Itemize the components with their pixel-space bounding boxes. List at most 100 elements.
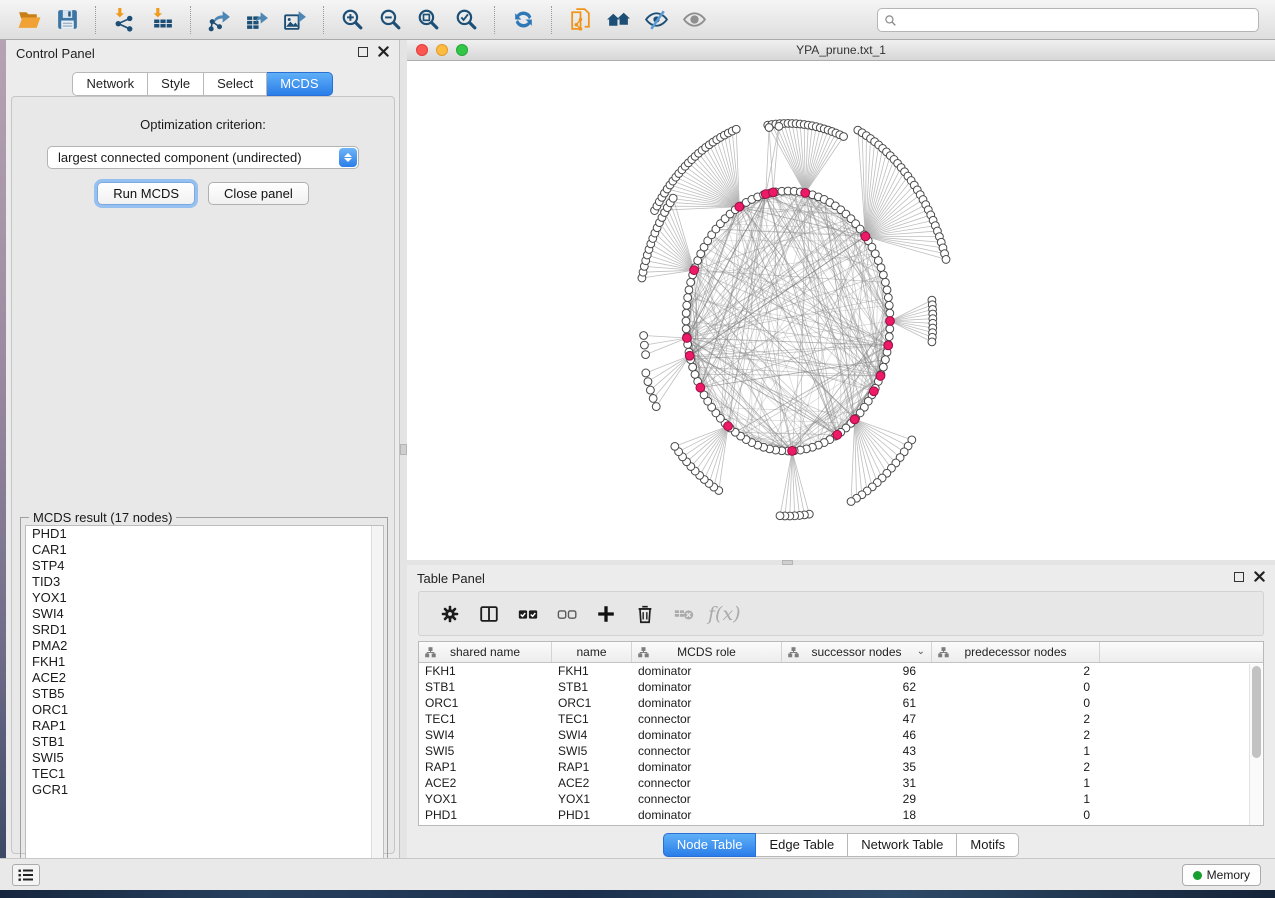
column-header-successor-nodes[interactable]: successor nodes⌄ — [782, 642, 932, 662]
search-icon — [884, 14, 897, 27]
table-row[interactable]: SWI4SWI4dominator462 — [419, 727, 1263, 743]
memory-button[interactable]: Memory — [1182, 864, 1261, 886]
mcds-result-item[interactable]: RAP1 — [26, 718, 383, 734]
table-panel: Table Panel f(x) shared namenameMCDS rol… — [407, 565, 1275, 858]
table-cell: dominator — [632, 696, 782, 710]
mcds-result-item[interactable]: STB5 — [26, 686, 383, 702]
network-graph[interactable] — [407, 61, 1275, 559]
mcds-result-item[interactable]: STP4 — [26, 558, 383, 574]
zoom-fit-icon[interactable] — [413, 5, 443, 35]
tab-style[interactable]: Style — [148, 72, 204, 96]
export-image-icon[interactable] — [280, 5, 310, 35]
open-file-icon[interactable] — [14, 5, 44, 35]
mcds-result-item[interactable]: PMA2 — [26, 638, 383, 654]
mcds-result-item[interactable]: ORC1 — [26, 702, 383, 718]
show-columns-icon[interactable] — [472, 599, 506, 629]
table-row[interactable]: TEC1TEC1connector472 — [419, 711, 1263, 727]
column-header-predecessor-nodes[interactable]: predecessor nodes — [932, 642, 1100, 662]
table-row[interactable]: ACE2ACE2connector311 — [419, 775, 1263, 791]
table-cell: RAP1 — [552, 760, 632, 774]
network-canvas[interactable] — [407, 61, 1275, 559]
mcds-result-item[interactable]: PHD1 — [26, 526, 383, 542]
column-header-name[interactable]: name — [552, 642, 632, 662]
save-icon[interactable] — [52, 5, 82, 35]
desktop-wallpaper-bottom — [0, 890, 1275, 898]
run-mcds-button[interactable]: Run MCDS — [97, 182, 195, 205]
search-field[interactable] — [877, 8, 1259, 32]
network-window-titlebar[interactable]: YPA_prune.txt_1 — [407, 40, 1275, 61]
zoom-out-icon[interactable] — [375, 5, 405, 35]
export-network-icon[interactable] — [204, 5, 234, 35]
table-row[interactable]: FKH1FKH1dominator962 — [419, 663, 1263, 679]
add-column-icon[interactable] — [589, 599, 623, 629]
table-cell: 62 — [782, 680, 932, 694]
export-table-icon[interactable] — [242, 5, 272, 35]
mcds-result-item[interactable]: SRD1 — [26, 622, 383, 638]
table-cell: 18 — [782, 808, 932, 822]
tab-mcds[interactable]: MCDS — [267, 72, 332, 96]
table-scrollbar[interactable] — [1249, 664, 1262, 825]
refresh-icon[interactable] — [508, 5, 538, 35]
table-settings-gear-icon[interactable] — [433, 599, 467, 629]
table-row[interactable]: ORC1ORC1dominator610 — [419, 695, 1263, 711]
status-bar: Memory — [0, 858, 1275, 890]
close-panel-icon[interactable] — [378, 46, 389, 57]
result-list-scrollbar[interactable] — [371, 526, 383, 883]
close-panel-button[interactable]: Close panel — [208, 182, 309, 205]
mcds-result-item[interactable]: GCR1 — [26, 782, 383, 798]
tab-select[interactable]: Select — [204, 72, 267, 96]
mcds-result-item[interactable]: FKH1 — [26, 654, 383, 670]
tab-network[interactable]: Network — [72, 72, 148, 96]
share-document-icon[interactable] — [565, 5, 595, 35]
hide-eye-icon[interactable] — [641, 5, 671, 35]
mcds-result-item[interactable]: CAR1 — [26, 542, 383, 558]
tab-edge-table[interactable]: Edge Table — [756, 833, 848, 857]
delete-table-icon[interactable] — [667, 599, 701, 629]
mcds-result-item[interactable]: SWI5 — [26, 750, 383, 766]
import-table-icon[interactable] — [147, 5, 177, 35]
table-cell: 0 — [932, 696, 1100, 710]
close-window-icon[interactable] — [416, 44, 428, 56]
mcds-result-item[interactable]: ACE2 — [26, 670, 383, 686]
task-history-button[interactable] — [12, 864, 40, 886]
function-builder-icon[interactable]: f(x) — [708, 603, 741, 625]
table-row[interactable]: PHD1PHD1dominator180 — [419, 807, 1263, 823]
node-table: shared namenameMCDS rolesuccessor nodes⌄… — [418, 641, 1264, 826]
table-row[interactable]: STB1STB1dominator620 — [419, 679, 1263, 695]
minimize-window-icon[interactable] — [436, 44, 448, 56]
vertical-split-divider[interactable] — [400, 40, 407, 858]
show-eye-icon[interactable] — [679, 5, 709, 35]
zoom-in-icon[interactable] — [337, 5, 367, 35]
criterion-dropdown[interactable]: largest connected component (undirected) — [47, 146, 359, 169]
close-panel-icon[interactable] — [1254, 571, 1265, 582]
select-all-icon[interactable] — [511, 599, 545, 629]
tab-motifs[interactable]: Motifs — [957, 833, 1019, 857]
column-header-MCDS-role[interactable]: MCDS role — [632, 642, 782, 662]
table-cell: RAP1 — [419, 760, 552, 774]
mcds-result-item[interactable]: TID3 — [26, 574, 383, 590]
table-row[interactable]: SWI5SWI5connector431 — [419, 743, 1263, 759]
table-cell: 2 — [932, 712, 1100, 726]
float-panel-icon[interactable] — [1234, 572, 1244, 582]
table-cell: 2 — [932, 728, 1100, 742]
delete-column-icon[interactable] — [628, 599, 662, 629]
search-input[interactable] — [901, 13, 1252, 27]
column-header-shared-name[interactable]: shared name — [419, 642, 552, 662]
deselect-all-icon[interactable] — [550, 599, 584, 629]
mcds-result-item[interactable]: TEC1 — [26, 766, 383, 782]
divider-handle[interactable] — [400, 444, 407, 455]
import-network-icon[interactable] — [109, 5, 139, 35]
scrollbar-thumb[interactable] — [1252, 666, 1261, 758]
table-row[interactable]: YOX1YOX1connector291 — [419, 791, 1263, 807]
mcds-result-item[interactable]: SWI4 — [26, 606, 383, 622]
mcds-result-item[interactable]: YOX1 — [26, 590, 383, 606]
table-row[interactable]: RAP1RAP1dominator352 — [419, 759, 1263, 775]
home-networks-icon[interactable] — [603, 5, 633, 35]
mcds-result-list[interactable]: PHD1CAR1STP4TID3YOX1SWI4SRD1PMA2FKH1ACE2… — [25, 525, 384, 884]
tab-node-table[interactable]: Node Table — [663, 833, 757, 857]
maximize-window-icon[interactable] — [456, 44, 468, 56]
tab-network-table[interactable]: Network Table — [848, 833, 957, 857]
mcds-result-item[interactable]: STB1 — [26, 734, 383, 750]
zoom-selected-icon[interactable] — [451, 5, 481, 35]
float-panel-icon[interactable] — [358, 47, 368, 57]
